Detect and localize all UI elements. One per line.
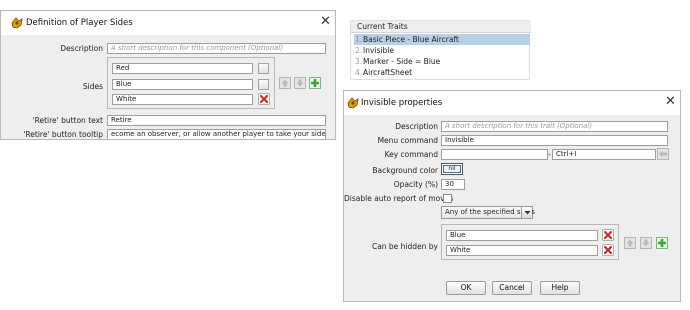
delete-icon[interactable] [258,93,270,105]
disable-auto-report-checkbox[interactable] [443,194,452,203]
vassal-app-icon [347,97,359,109]
trait-label: Basic Piece - Blue Aircraft [363,35,459,44]
trait-item[interactable]: 2.Invisible [354,45,530,56]
retire-text-value: Retire [111,116,132,124]
disable-auto-report-label: Disable auto report of moves [344,194,454,203]
side-options-button-blue[interactable] [258,79,269,90]
trait-label: Marker - Side = Blue [363,57,441,66]
key-command-field[interactable]: Ctrl+I [552,149,656,160]
description-label: Description [60,44,103,53]
add-icon[interactable] [656,237,668,249]
move-down-icon[interactable] [640,237,652,249]
side-value-red: Red [116,64,130,72]
cancel-button[interactable]: Cancel [492,281,532,295]
invisible-titlebar: Invisible properties ✕ [344,91,680,115]
menu-command-value: Invisible [445,136,474,144]
side-field-blue[interactable]: Blue [112,79,253,90]
hidden-by-value-white: White [450,246,471,254]
key-command-separator: - [548,150,551,159]
retire-tooltip-label: 'Retire' button tooltip [23,130,103,139]
retire-text-label: 'Retire' button text [32,116,103,125]
player-sides-title: Definition of Player Sides [26,18,133,28]
invisible-title: Invisible properties [361,98,443,108]
key-command-name-field[interactable] [441,149,548,160]
trait-number: 4. [355,68,363,77]
description-placeholder: A short description for this component (… [111,44,284,52]
menu-command-label: Menu command [377,136,438,145]
side-field-white[interactable]: White [112,94,253,105]
side-options-button-red[interactable] [258,63,269,74]
delete-icon[interactable] [602,229,614,241]
move-down-icon[interactable] [294,77,306,89]
vassal-app-icon [11,17,23,29]
hidden-by-field-blue[interactable]: Blue [446,230,598,241]
description-label: Description [395,122,438,131]
opacity-field[interactable]: 30 [441,179,465,190]
description-field[interactable]: A short description for this component (… [107,43,326,54]
traits-header: Current Traits [357,22,408,31]
current-traits-panel: Current Traits 1.Basic Piece - Blue Airc… [350,20,531,80]
side-value-blue: Blue [116,80,132,88]
trait-number: 2. [355,46,363,55]
trait-number: 3. [355,57,363,66]
player-sides-titlebar: Definition of Player Sides ✕ [1,11,335,35]
hidden-by-value-blue: Blue [450,231,466,239]
trait-description-field[interactable]: A short description for this trait (Opti… [441,121,668,132]
description-placeholder: A short description for this trait (Opti… [445,122,593,130]
trait-item[interactable]: 1.Basic Piece - Blue Aircraft [354,34,530,45]
side-field-red[interactable]: Red [112,63,253,74]
hidden-by-list-panel: Blue White [441,224,619,260]
close-icon[interactable]: ✕ [665,95,676,109]
chevron-down-icon [521,207,532,218]
key-command-value: Ctrl+I [556,150,577,158]
background-color-label: Background color [372,166,438,175]
opacity-label: Opacity (%) [393,180,438,189]
ok-button[interactable]: OK [446,281,486,295]
trait-item[interactable]: 3.Marker - Side = Blue [354,56,530,67]
opacity-value: 30 [445,180,454,188]
key-command-label: Key command [384,150,438,159]
player-sides-dialog: Definition of Player Sides ✕ Description… [0,10,336,140]
background-color-button[interactable]: nil [441,163,463,175]
retire-tooltip-field[interactable]: ecome an observer, or allow another play… [107,129,326,139]
sides-list-panel: Red Blue White [107,57,275,109]
move-up-icon[interactable] [279,77,291,89]
color-swatch: nil [443,165,461,173]
add-icon[interactable] [309,77,321,89]
hidden-by-label: Can be hidden by [371,242,438,251]
close-icon[interactable]: ✕ [320,15,331,29]
retire-tooltip-value: ecome an observer, or allow another play… [111,130,326,138]
invisible-properties-dialog: Invisible properties ✕ Description A sho… [343,90,681,302]
move-up-icon[interactable] [624,237,636,249]
delete-icon[interactable] [602,244,614,256]
sides-mode-select[interactable]: Any of the specified sides [441,206,535,219]
retire-text-field[interactable]: Retire [107,115,326,126]
side-value-white: White [116,95,137,103]
sides-label: Sides [82,82,103,91]
undo-icon[interactable] [657,148,669,160]
menu-command-field[interactable]: Invisible [441,135,668,146]
trait-number: 1. [355,35,363,44]
trait-item[interactable]: 4.AircraftSheet [354,67,530,78]
trait-label: Invisible [363,46,394,55]
traits-header-bar: Current Traits [351,21,531,33]
help-button[interactable]: Help [540,281,580,295]
hidden-by-field-white[interactable]: White [446,245,598,256]
trait-label: AircraftSheet [363,68,413,77]
